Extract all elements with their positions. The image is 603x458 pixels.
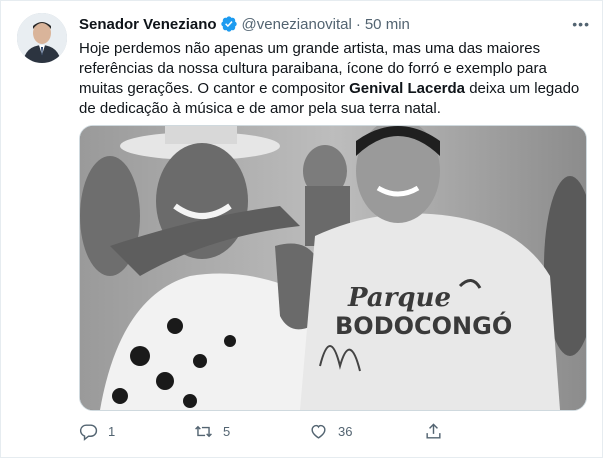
reply-icon[interactable]: [79, 422, 98, 441]
share-action[interactable]: [424, 422, 539, 441]
tweet-actions: 1 5 36: [79, 419, 539, 443]
reply-count: 1: [108, 423, 116, 439]
tweet-card[interactable]: Senador Veneziano @venezianovital · 50 m…: [0, 0, 603, 458]
like-count: 36: [338, 423, 353, 439]
avatar[interactable]: [17, 13, 67, 63]
reply-action[interactable]: 1: [79, 422, 194, 441]
retweet-count: 5: [223, 423, 231, 439]
tweet-text: Hoje perdemos não apenas um grande artis…: [79, 39, 591, 119]
author-name[interactable]: Senador Veneziano: [79, 16, 217, 33]
like-action[interactable]: 36: [309, 422, 424, 441]
tweet-photo[interactable]: Parque BODOCONGÓ: [79, 125, 587, 411]
shirt-text-line1: Parque: [347, 283, 451, 313]
mention-genival-lacerda[interactable]: Genival Lacerda: [349, 80, 465, 97]
tweet-header: Senador Veneziano @venezianovital · 50 m…: [79, 13, 590, 35]
verified-badge-icon: [220, 15, 238, 33]
header-separator: ·: [355, 15, 361, 33]
heart-icon[interactable]: [309, 422, 328, 441]
retweet-icon[interactable]: [194, 422, 213, 441]
retweet-action[interactable]: 5: [194, 422, 309, 441]
shirt-text-line2: BODOCONGÓ: [335, 310, 512, 340]
tweet-timestamp[interactable]: 50 min: [365, 16, 410, 33]
share-icon[interactable]: [424, 422, 443, 441]
more-options-icon[interactable]: •••: [572, 13, 590, 35]
avatar-image: [17, 13, 67, 63]
photo-image: Parque BODOCONGÓ: [80, 126, 586, 410]
author-handle[interactable]: @venezianovital: [242, 16, 352, 33]
